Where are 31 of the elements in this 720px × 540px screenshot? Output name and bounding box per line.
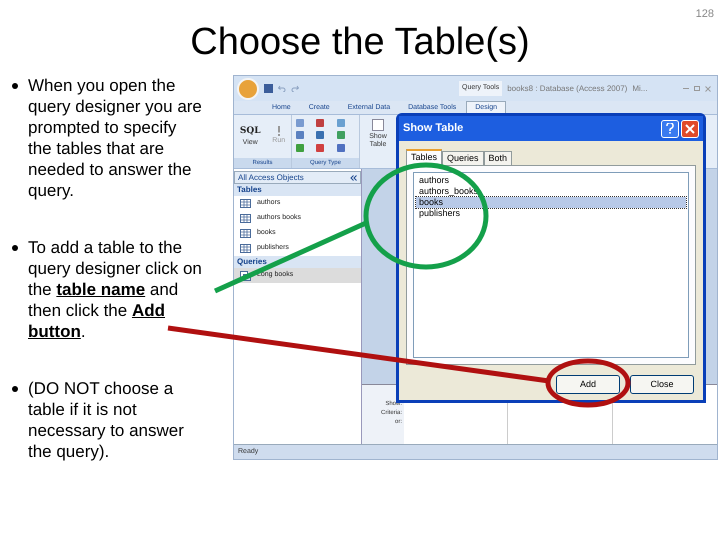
pane-header: All Access Objects — [238, 172, 304, 184]
query-icon — [240, 270, 251, 280]
bullet-text: (DO NOT choose a table if it is not necessary to answer the query). — [28, 378, 185, 462]
exclamation-icon — [276, 126, 281, 136]
office-button-icon[interactable] — [237, 78, 259, 100]
show-table-icon — [372, 119, 384, 131]
table-icon — [240, 229, 251, 238]
group-header[interactable]: Tables — [237, 184, 262, 196]
dialog-tab[interactable]: Both — [484, 151, 512, 165]
redo-icon[interactable] — [291, 85, 299, 92]
table-list-item[interactable]: books — [416, 197, 686, 208]
table-list-item[interactable]: authors — [416, 175, 686, 186]
window-title: books8 : Database (Access 2007) — [507, 82, 628, 94]
maximize-icon[interactable] — [694, 86, 700, 91]
table-list-item[interactable]: publishers — [416, 208, 686, 219]
dialog-title: Show Table — [403, 121, 464, 136]
undo-icon[interactable] — [278, 85, 286, 92]
table-icon — [240, 244, 251, 253]
bullet-text: To add a table to the query designer click on the table name and then click the Add button. — [28, 237, 203, 342]
table-icon — [240, 214, 251, 223]
dialog-tab[interactable]: Tables — [406, 149, 442, 165]
help-icon[interactable] — [661, 120, 679, 138]
dialog-tab[interactable]: Queries — [442, 151, 484, 165]
table-icon — [240, 199, 251, 208]
slide-title: Choose the Table(s) — [190, 20, 530, 65]
dialog-button[interactable]: Add — [556, 375, 620, 394]
window-title: Mi... — [632, 82, 648, 94]
bullet-text: When you open the query designer you are prompted to specify the tables that are needed to answer the query. — [28, 75, 203, 201]
page-number: 128 — [696, 7, 714, 20]
collapse-icon[interactable] — [350, 174, 357, 180]
dialog-button[interactable]: Close — [630, 375, 694, 394]
